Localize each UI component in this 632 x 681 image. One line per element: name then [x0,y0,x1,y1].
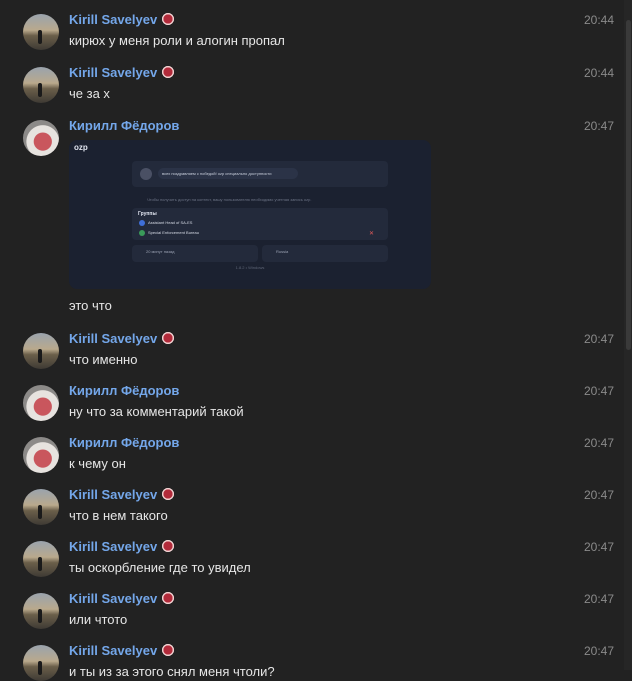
close-icon: ✕ [368,231,374,237]
timestamp: 20:47 [584,119,615,133]
badge-icon [161,591,176,605]
message-text: что именно [69,352,138,367]
role-icon [139,220,145,226]
avatar[interactable] [23,67,59,103]
author-name[interactable]: Кирилл Фёдоров [69,118,179,133]
message-text: к чему он [69,456,126,471]
author-name[interactable]: Kirill Savelyev [69,12,176,27]
message-text: и ты из за этого снял меня чтоли? [69,664,275,679]
author-name[interactable]: Кирилл Фёдоров [69,435,179,450]
avatar[interactable] [23,645,59,681]
avatar[interactable] [23,385,59,421]
timestamp: 20:44 [584,66,615,80]
message-text: что в нем такого [69,508,168,523]
groups-card: Группы Assistant Head of SA-ES Special E… [132,208,388,240]
author-name[interactable]: Kirill Savelyev [69,331,176,346]
role-item: Special Enforcement Bureau [148,230,199,235]
timestamp: 20:47 [584,384,615,398]
message-text: ну что за комментарий такой [69,404,244,419]
badge-icon [161,643,176,657]
timestamp: 20:47 [584,436,615,450]
timestamp: 20:47 [584,540,615,554]
timestamp: 20:47 [584,592,615,606]
badge-icon [161,539,176,553]
status-card: всех поздравляем с победой! ozp специаль… [132,161,388,187]
attachment-title: ozp [74,143,88,152]
avatar[interactable] [23,333,59,369]
avatar [140,168,152,180]
message-text: че за х [69,86,110,101]
role-item: Assistant Head of SA-ES [148,220,193,225]
author-name[interactable]: Кирилл Фёдоров [69,383,179,398]
info-card: Russia [262,245,388,262]
info-card: 20 минут назад [132,245,258,262]
avatar[interactable] [23,120,59,156]
status-text: всех поздравляем с победой! ozp специаль… [158,168,298,179]
avatar[interactable] [23,593,59,629]
badge-icon [161,487,176,501]
message-text: кирюх у меня роли и алогин пропал [69,33,285,48]
author-name[interactable]: Kirill Savelyev [69,487,176,502]
badge-icon [161,12,176,26]
message-text: или чтото [69,612,128,627]
image-attachment[interactable]: ozp всех поздравляем с победой! ozp спец… [69,140,431,289]
timestamp: 20:44 [584,13,615,27]
message-text: это что [69,298,112,313]
avatar[interactable] [23,541,59,577]
message-text: ты оскорбление где то увидел [69,560,251,575]
author-name[interactable]: Kirill Savelyev [69,643,176,658]
hint-text: Чтобы получить доступ на контест, вашу п… [147,197,312,202]
badge-icon [161,331,176,345]
scrollbar-thumb[interactable] [626,20,631,350]
author-name[interactable]: Kirill Savelyev [69,539,176,554]
badge-icon [161,65,176,79]
avatar[interactable] [23,14,59,50]
role-icon [139,230,145,236]
avatar[interactable] [23,437,59,473]
timestamp: 20:47 [584,332,615,346]
scrollbar[interactable] [624,0,632,670]
author-name[interactable]: Kirill Savelyev [69,65,176,80]
groups-label: Группы [138,211,157,217]
avatar[interactable] [23,489,59,525]
timestamp: 20:47 [584,644,615,658]
author-name[interactable]: Kirill Savelyev [69,591,176,606]
timestamp: 20:47 [584,488,615,502]
attachment-footer: 1.8.2 • Windows [235,265,265,270]
